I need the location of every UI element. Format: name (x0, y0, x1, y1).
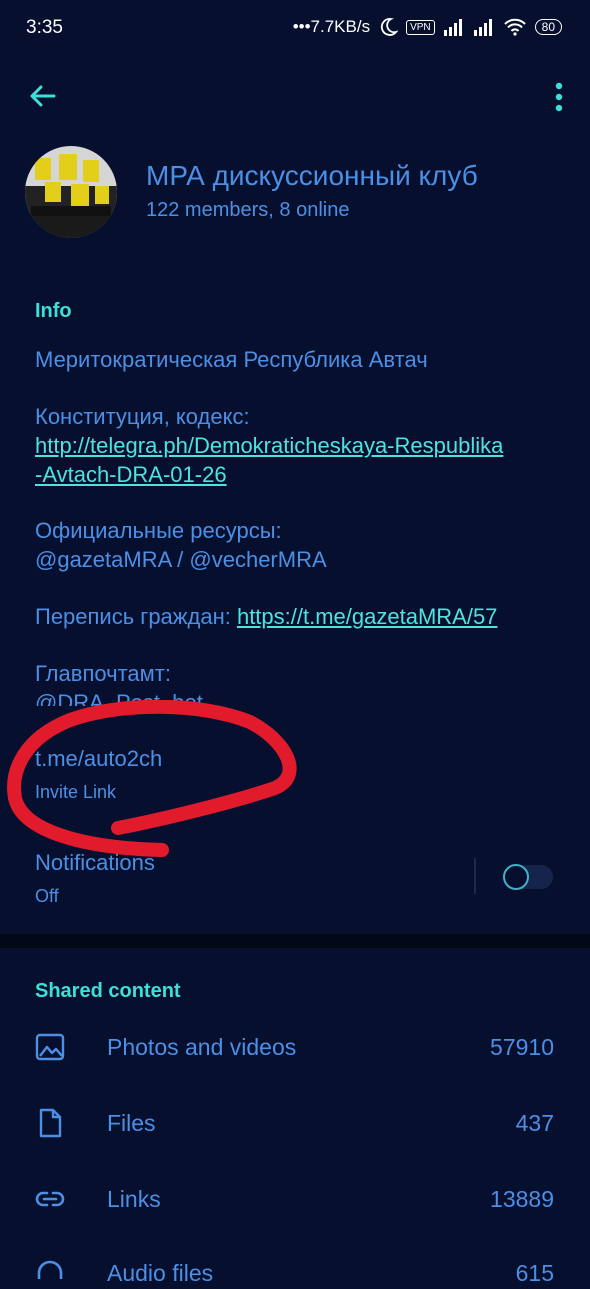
arrow-left-icon[interactable] (26, 80, 58, 112)
status-icons: •••7.7KB/s VPN 80 (293, 17, 562, 37)
notifications-value: Off (35, 886, 59, 906)
headphones-icon (37, 1260, 63, 1279)
shared-label: Links (107, 1186, 161, 1212)
shared-count: 13889 (490, 1186, 554, 1212)
census-label: Перепись граждан: (35, 604, 237, 629)
post-value[interactable]: @DRA_Post_bot (35, 690, 203, 706)
red-circle-annotation (7, 700, 297, 857)
toggle-knob (503, 864, 529, 890)
group-members: 122 members, 8 online (146, 199, 350, 221)
shared-label: Photos and videos (107, 1034, 297, 1060)
shared-label: Files (107, 1110, 156, 1136)
signal-hd-icon (473, 19, 492, 36)
constitution-label: Конституция, кодекс: (35, 404, 250, 429)
census-link[interactable]: https://t.me/gazetaMRA/57 (237, 604, 497, 629)
notifications-toggle[interactable] (503, 864, 553, 890)
invite-caption: Invite Link (35, 782, 117, 802)
moon-icon (381, 18, 399, 36)
census-line: Перепись граждан: https://t.me/gazetaMRA… (35, 604, 497, 630)
section-divider (0, 934, 590, 948)
wifi-icon (503, 18, 526, 36)
shared-count: 437 (515, 1110, 554, 1136)
group-avatar[interactable] (25, 146, 117, 238)
status-bar: 3:35 •••7.7KB/s VPN 80 (0, 0, 590, 56)
link-icon (35, 1191, 65, 1207)
file-icon (39, 1108, 62, 1138)
shared-count: 615 (515, 1260, 554, 1286)
constitution-link-cont[interactable]: -Avtach-DRA-01-26 (35, 462, 227, 488)
resources-label: Официальные ресурсы: (35, 518, 282, 543)
toggle-divider (474, 858, 476, 894)
shared-label: Audio files (107, 1260, 214, 1286)
status-time: 3:35 (26, 17, 63, 38)
group-title: МРА дискуссионный клуб (146, 160, 478, 191)
shared-count: 57910 (490, 1034, 554, 1060)
signal-icon (443, 19, 462, 36)
invite-link[interactable]: t.me/auto2ch (35, 746, 162, 772)
resources-value[interactable]: @gazetaMRA / @vecherMRA (35, 547, 327, 573)
more-vert-icon[interactable] (554, 81, 564, 113)
constitution-link[interactable]: http://telegra.ph/Demokraticheskaya-Resp… (35, 433, 503, 459)
notifications-label[interactable]: Notifications (35, 850, 155, 876)
post-label: Главпочтамт: (35, 661, 171, 686)
network-speed: •••7.7KB/s (292, 17, 371, 36)
battery-indicator: 80 (534, 19, 562, 35)
image-icon (35, 1033, 65, 1061)
info-description: Меритократическая Республика Автач (35, 347, 428, 372)
top-bar (0, 56, 590, 136)
vpn-badge: VPN (406, 19, 435, 35)
info-heading: Info (35, 300, 72, 322)
shared-heading: Shared content (35, 980, 181, 1002)
